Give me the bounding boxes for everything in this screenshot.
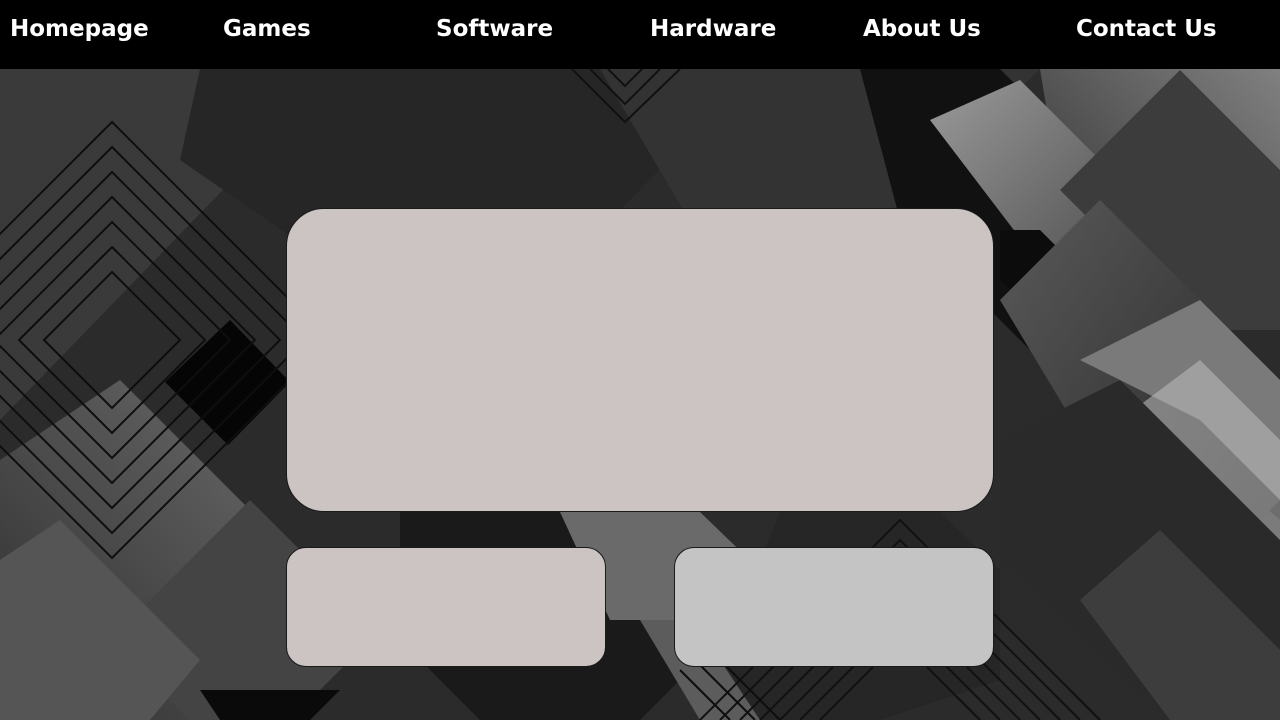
main-content-panel xyxy=(286,208,994,512)
nav-link-homepage[interactable]: Homepage xyxy=(10,14,149,44)
nav-link-games[interactable]: Games xyxy=(223,14,311,44)
left-content-card xyxy=(286,547,606,667)
nav-link-hardware[interactable]: Hardware xyxy=(650,14,776,44)
nav-link-contact-us[interactable]: Contact Us xyxy=(1076,14,1217,44)
right-content-card xyxy=(674,547,994,667)
nav-link-about-us[interactable]: About Us xyxy=(863,14,981,44)
nav-link-software[interactable]: Software xyxy=(436,14,553,44)
page: Homepage Games Software Hardware About U… xyxy=(0,0,1280,720)
top-navbar: Homepage Games Software Hardware About U… xyxy=(0,0,1280,69)
